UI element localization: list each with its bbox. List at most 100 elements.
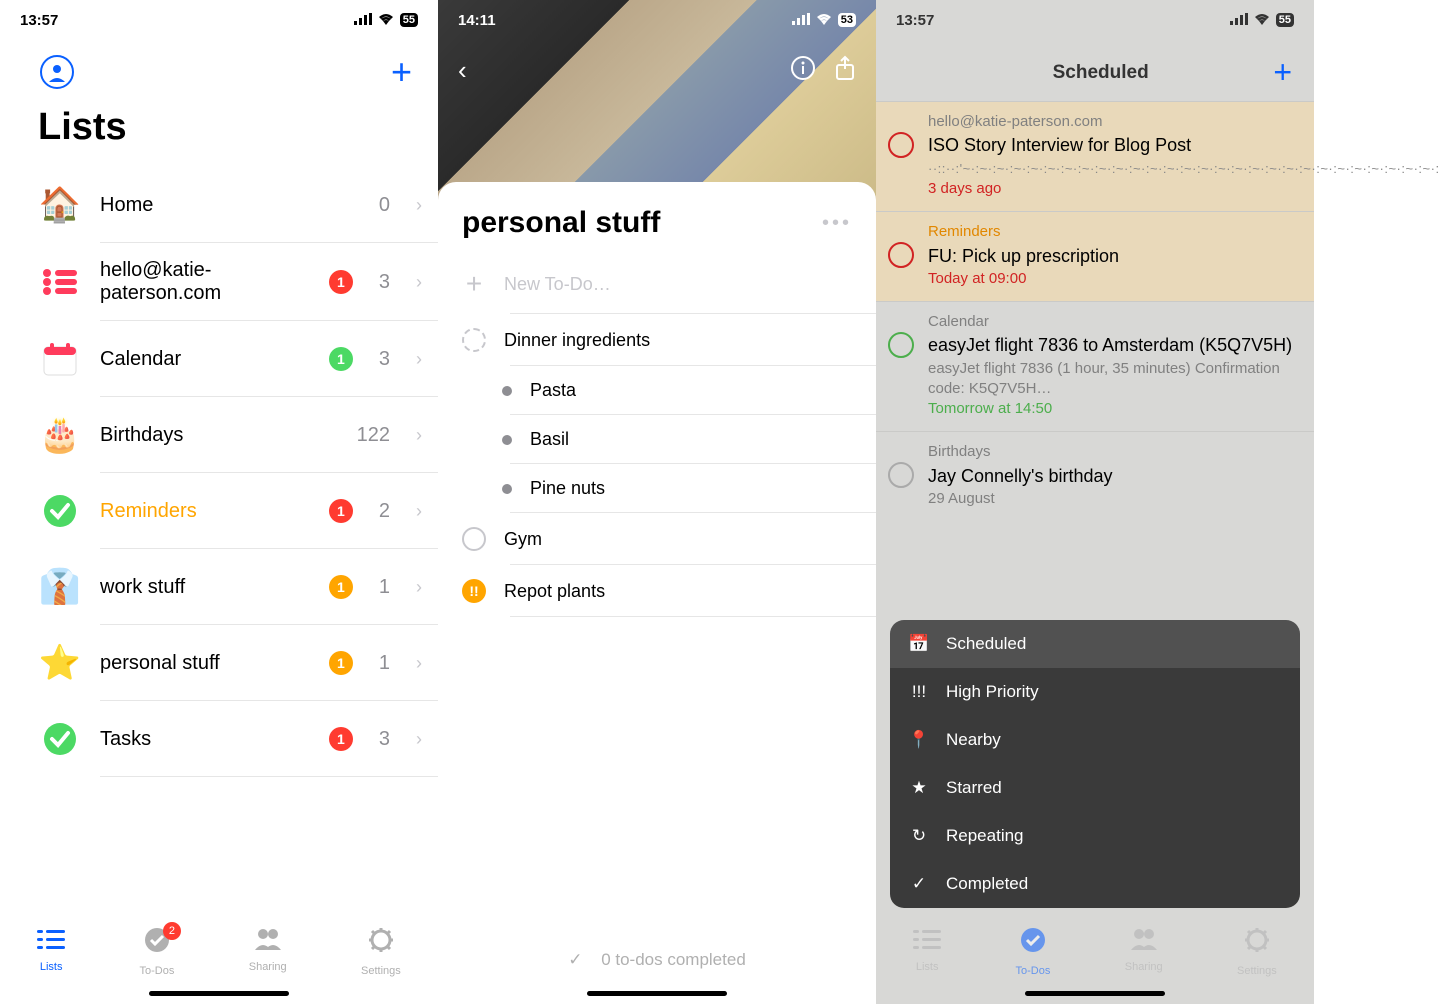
header-row: Scheduled +: [876, 40, 1314, 101]
completed-label: 0 to-dos completed: [601, 950, 746, 969]
item-body: RemindersFU: Pick up prescriptionToday a…: [928, 222, 1296, 289]
scheduled-item[interactable]: BirthdaysJay Connelly's birthday29 Augus…: [876, 431, 1314, 521]
item-circle-icon[interactable]: [888, 332, 914, 358]
item-source: Calendar: [928, 312, 1296, 332]
tab-lists[interactable]: Lists: [37, 926, 65, 973]
tab-to-dos[interactable]: 2To-Dos: [140, 926, 175, 977]
todo-label: Dinner ingredients: [504, 330, 650, 351]
list-row-tasks[interactable]: Tasks13›: [0, 701, 438, 777]
share-icon[interactable]: [834, 55, 856, 86]
avatar-icon[interactable]: [40, 55, 74, 89]
list-row-home[interactable]: 🏠Home0›: [0, 167, 438, 243]
add-button[interactable]: +: [1273, 54, 1292, 91]
filter-label: Nearby: [946, 730, 1001, 750]
filter-high-priority[interactable]: !!!High Priority: [890, 668, 1300, 716]
badge: 1: [329, 270, 353, 294]
bullet-icon: [502, 435, 512, 445]
filter-repeating[interactable]: ↻Repeating: [890, 812, 1300, 860]
todo-label: Basil: [530, 429, 569, 450]
list-label: work stuff: [100, 576, 311, 599]
back-button[interactable]: ‹: [458, 55, 467, 86]
scheduled-item[interactable]: hello@katie-paterson.comISO Story Interv…: [876, 101, 1314, 211]
filter-nearby[interactable]: 📍Nearby: [890, 716, 1300, 764]
item-source: hello@katie-paterson.com: [928, 112, 1440, 132]
add-button[interactable]: +: [391, 54, 412, 90]
filter-starred[interactable]: ★Starred: [890, 764, 1300, 812]
list-icon: 🎂: [38, 413, 82, 457]
tab-sharing[interactable]: Sharing: [249, 926, 287, 973]
todo-row[interactable]: !!Repot plants: [438, 565, 876, 617]
screen-lists: 13:57 55 + Lists 🏠Home0›hello@katie-pate…: [0, 0, 438, 1004]
list-row-reminders[interactable]: Reminders12›: [0, 473, 438, 549]
item-circle-icon[interactable]: [888, 462, 914, 488]
tab-settings[interactable]: Settings: [361, 926, 401, 977]
new-todo-row[interactable]: + New To-Do…: [438, 254, 876, 314]
count: 1: [379, 652, 390, 675]
chevron-right-icon: ›: [416, 501, 422, 522]
status-bar: 14:11 53: [438, 0, 876, 40]
scheduled-item[interactable]: RemindersFU: Pick up prescriptionToday a…: [876, 211, 1314, 301]
tab-label: Settings: [1237, 965, 1277, 977]
more-button[interactable]: •••: [822, 212, 852, 235]
item-title: FU: Pick up prescription: [928, 244, 1296, 268]
item-circle-icon[interactable]: [888, 132, 914, 158]
todo-row[interactable]: Pine nuts: [438, 464, 876, 513]
item-when: Tomorrow at 14:50: [928, 399, 1296, 419]
filter-label: Scheduled: [946, 634, 1026, 654]
info-icon[interactable]: [790, 55, 816, 86]
scheduled-item[interactable]: CalendareasyJet flight 7836 to Amsterdam…: [876, 301, 1314, 431]
count: 1: [379, 576, 390, 599]
todo-circle-icon[interactable]: [462, 527, 486, 551]
todo-row[interactable]: Basil: [438, 415, 876, 464]
home-indicator[interactable]: [149, 991, 289, 996]
signal-icon: [354, 12, 372, 29]
tab-settings[interactable]: Settings: [1237, 926, 1277, 977]
chevron-right-icon: ›: [416, 195, 422, 216]
filter-label: Completed: [946, 874, 1028, 894]
status-time: 14:11: [458, 12, 496, 29]
tab-icon: 2: [143, 926, 171, 961]
header-row: +: [0, 40, 438, 100]
tab-sharing[interactable]: Sharing: [1125, 926, 1163, 973]
screen-todos: 14:11 53 ‹ personal stuff ••• + New To-D…: [438, 0, 876, 1004]
scheduled-list: hello@katie-paterson.comISO Story Interv…: [876, 101, 1314, 521]
todo-row[interactable]: Gym: [438, 513, 876, 565]
bullet-icon: [502, 484, 512, 494]
item-title: Jay Connelly's birthday: [928, 464, 1296, 488]
chevron-right-icon: ›: [416, 577, 422, 598]
completed-footer[interactable]: ✓ 0 to-dos completed: [438, 950, 876, 970]
status-bar: 13:57 55: [876, 0, 1314, 40]
filter-icon: 📅: [908, 634, 930, 654]
item-circle-icon[interactable]: [888, 242, 914, 268]
tab-lists[interactable]: Lists: [913, 926, 941, 973]
item-body: CalendareasyJet flight 7836 to Amsterdam…: [928, 312, 1296, 419]
list-label: Calendar: [100, 348, 311, 371]
chevron-right-icon: ›: [416, 349, 422, 370]
list-icon: 🏠: [38, 183, 82, 227]
tab-label: Settings: [361, 965, 401, 977]
item-title: easyJet flight 7836 to Amsterdam (K5Q7V5…: [928, 333, 1296, 357]
list-row-hello-katie-paterson-com[interactable]: hello@katie-paterson.com13›: [0, 243, 438, 321]
list-row-work-stuff[interactable]: 👔work stuff11›: [0, 549, 438, 625]
tab-to-dos[interactable]: To-Dos: [1016, 926, 1051, 977]
todo-row[interactable]: Dinner ingredients: [438, 314, 876, 366]
status-bar: 13:57 55: [0, 0, 438, 40]
battery-icon: 55: [400, 13, 418, 27]
tab-icon: [253, 926, 283, 957]
list-cover-image: 14:11 53 ‹: [438, 0, 876, 200]
check-icon: ✓: [568, 950, 582, 969]
wifi-icon: [816, 12, 832, 29]
filter-scheduled[interactable]: 📅 Scheduled: [890, 620, 1300, 668]
todo-label: Gym: [504, 529, 542, 550]
filter-completed[interactable]: ✓Completed: [890, 860, 1300, 908]
home-indicator[interactable]: [587, 991, 727, 996]
count: 3: [379, 271, 390, 294]
badge: 1: [329, 727, 353, 751]
todo-row[interactable]: Pasta: [438, 366, 876, 415]
list-row-birthdays[interactable]: 🎂Birthdays122›: [0, 397, 438, 473]
list-row-personal-stuff[interactable]: ⭐personal stuff11›: [0, 625, 438, 701]
todo-label: Repot plants: [504, 581, 605, 602]
list-label: Reminders: [100, 500, 311, 523]
list-row-calendar[interactable]: Calendar13›: [0, 321, 438, 397]
home-indicator[interactable]: [1025, 991, 1165, 996]
